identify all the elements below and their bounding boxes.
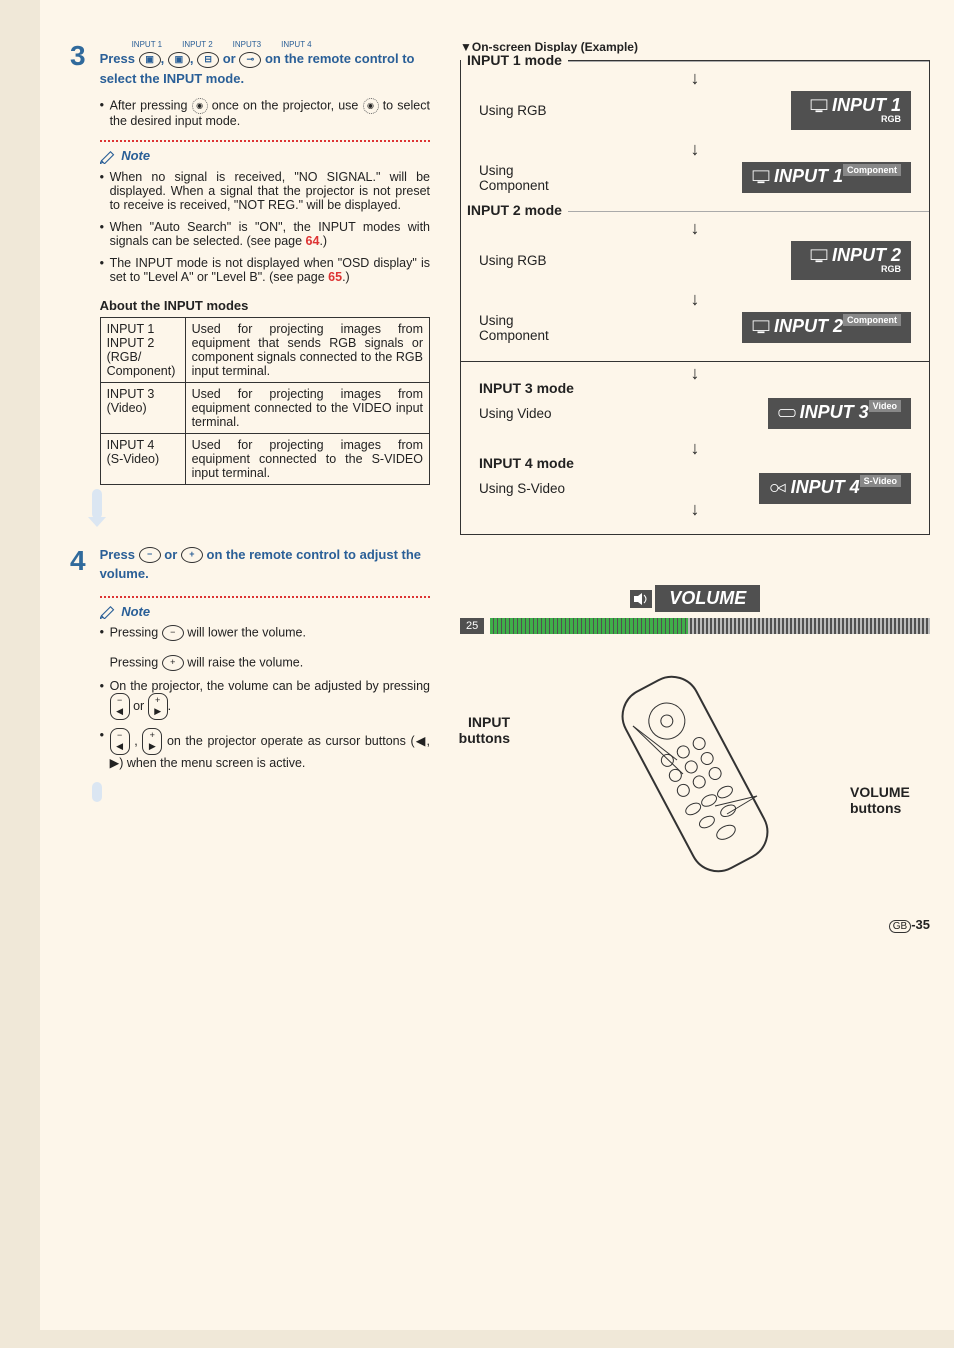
using-svideo-label: Using S-Video xyxy=(479,481,565,496)
page-number: GB-35 xyxy=(70,917,930,932)
input4-label: INPUT 4 xyxy=(281,40,312,49)
page-link-64: 64 xyxy=(306,234,320,248)
projector-input-button-icon-2: ◉ xyxy=(363,98,379,114)
note-item: The INPUT mode is not displayed when "OS… xyxy=(100,256,430,284)
input1-label: INPUT 1 xyxy=(132,40,163,49)
flow-arrow-icon: ↓ xyxy=(479,73,911,83)
using-component-label: Using Component xyxy=(479,163,549,193)
volume-label-badge: VOLUME xyxy=(655,585,760,612)
input-buttons-callout: INPUT buttons xyxy=(430,714,510,746)
note-pen-icon xyxy=(100,605,118,619)
osd-badge-input3-video: INPUT 3 Video xyxy=(768,398,911,429)
table-cell-val: Used for projecting images from equipmen… xyxy=(185,382,429,433)
osd-badge-input2-rgb: INPUT 2 RGB xyxy=(791,241,911,280)
input2-mode-title: INPUT 2 mode xyxy=(461,202,568,218)
speaker-icon xyxy=(630,590,652,608)
vol-down-button-icon: − xyxy=(162,625,184,641)
table-cell-key: INPUT 1 INPUT 2 (RGB/ Component) xyxy=(100,317,185,382)
note-pen-icon xyxy=(100,150,118,164)
flow-arrow-icon: ↓ xyxy=(479,504,911,514)
vol-up-button-icon: + xyxy=(181,547,203,563)
input2-label: INPUT 2 xyxy=(182,40,213,49)
remote-illustration: INPUT buttons VOLUME buttons xyxy=(460,664,930,887)
right-column: ▼On-screen Display (Example) INPUT 1 mod… xyxy=(460,40,930,887)
svideo-icon xyxy=(769,481,787,495)
step-4-number: 4 xyxy=(70,545,86,779)
volume-bar xyxy=(490,618,930,634)
input-modes-table-title: About the INPUT modes xyxy=(100,298,430,313)
flow-arrow-icon: ↓ xyxy=(479,443,911,453)
using-component-label: Using Component xyxy=(479,313,549,343)
manual-page: Basic Operation 3 INPUT 1 INPUT 2 INPUT3… xyxy=(40,0,954,1330)
step-3-number: 3 xyxy=(70,40,86,485)
step-4-heading: Press − or + on the remote control to ad… xyxy=(100,545,430,584)
osd-badge-input1-component: INPUT 1 Component xyxy=(742,162,911,193)
gb-badge: GB xyxy=(889,920,911,933)
flow-arrow-icon: ↓ xyxy=(479,368,911,378)
video-icon xyxy=(778,406,796,420)
using-rgb-label: Using RGB xyxy=(479,253,547,268)
table-row: INPUT 4 (S-Video) Used for projecting im… xyxy=(100,433,429,484)
projector-vol-up-icon: +▶ xyxy=(142,728,162,755)
using-video-label: Using Video xyxy=(479,406,552,421)
monitor-icon xyxy=(810,99,828,113)
note-item: On the projector, the volume can be adju… xyxy=(100,679,430,720)
input4-button-icon: ⊸ xyxy=(239,52,261,68)
projector-vol-down-icon: −◀ xyxy=(110,728,130,755)
monitor-icon xyxy=(810,249,828,263)
vol-up-button-icon: + xyxy=(162,655,184,671)
monitor-icon xyxy=(752,320,770,334)
using-rgb-label: Using RGB xyxy=(479,103,547,118)
projector-vol-up-icon: +▶ xyxy=(148,693,168,720)
flow-arrow-icon: ↓ xyxy=(479,294,911,304)
note-item: When "Auto Search" is "ON", the INPUT mo… xyxy=(100,220,430,248)
projector-vol-down-icon: −◀ xyxy=(110,693,130,720)
table-cell-val: Used for projecting images from equipmen… xyxy=(185,433,429,484)
osd-box: INPUT 1 mode ↓ Using RGB INPUT 1 RGB ↓ U… xyxy=(460,60,930,535)
step4-notes: Pressing − will lower the volume. Pressi… xyxy=(100,625,430,770)
note-item: When no signal is received, "NO SIGNAL."… xyxy=(100,170,430,212)
table-row: INPUT 1 INPUT 2 (RGB/ Component) Used fo… xyxy=(100,317,429,382)
table-cell-val: Used for projecting images from equipmen… xyxy=(185,317,429,382)
left-column: 3 INPUT 1 INPUT 2 INPUT3 INPUT 4 Press ▣… xyxy=(70,40,430,887)
projector-input-button-icon: ◉ xyxy=(192,98,208,114)
flow-arrow xyxy=(92,489,102,519)
table-cell-key: INPUT 4 (S-Video) xyxy=(100,433,185,484)
volume-osd: VOLUME 25 xyxy=(460,585,930,634)
osd-badge-input1-rgb: INPUT 1 RGB xyxy=(791,91,911,130)
volume-buttons-callout: VOLUME buttons xyxy=(850,784,940,816)
osd-badge-input2-component: INPUT 2 Component xyxy=(742,312,911,343)
input-modes-table: INPUT 1 INPUT 2 (RGB/ Component) Used fo… xyxy=(100,317,430,485)
step-3-heading: Press ▣, ▣, ⊟ or ⊸ on the remote control… xyxy=(100,49,430,88)
step3-after-bullet: After pressing ◉ once on the projector, … xyxy=(100,98,430,128)
table-row: INPUT 3 (Video) Used for projecting imag… xyxy=(100,382,429,433)
page-link-65: 65 xyxy=(328,270,342,284)
volume-value: 25 xyxy=(460,618,484,634)
input3-label: INPUT3 xyxy=(233,40,261,49)
remote-control-icon xyxy=(585,664,805,884)
input1-mode-title: INPUT 1 mode xyxy=(461,52,568,68)
note-item: Pressing − will lower the volume. Pressi… xyxy=(100,625,430,671)
note-header: Note xyxy=(100,140,430,164)
monitor-icon xyxy=(752,170,770,184)
note-item: −◀ , +▶ on the projector operate as curs… xyxy=(100,728,430,770)
note-header: Note xyxy=(100,596,430,620)
vol-down-button-icon: − xyxy=(139,547,161,563)
flow-stem xyxy=(92,782,102,802)
flow-arrow-icon: ↓ xyxy=(479,144,911,154)
step-3: 3 INPUT 1 INPUT 2 INPUT3 INPUT 4 Press ▣… xyxy=(70,40,430,485)
input3-button-icon: ⊟ xyxy=(197,52,219,68)
flow-arrow-icon: ↓ xyxy=(479,223,911,233)
input1-button-icon: ▣ xyxy=(139,52,161,68)
step3-notes: When no signal is received, "NO SIGNAL."… xyxy=(100,170,430,284)
input2-button-icon: ▣ xyxy=(168,52,190,68)
osd-badge-input4-svideo: INPUT 4 S-Video xyxy=(759,473,911,504)
step-4: 4 Press − or + on the remote control to … xyxy=(70,545,430,779)
table-cell-key: INPUT 3 (Video) xyxy=(100,382,185,433)
